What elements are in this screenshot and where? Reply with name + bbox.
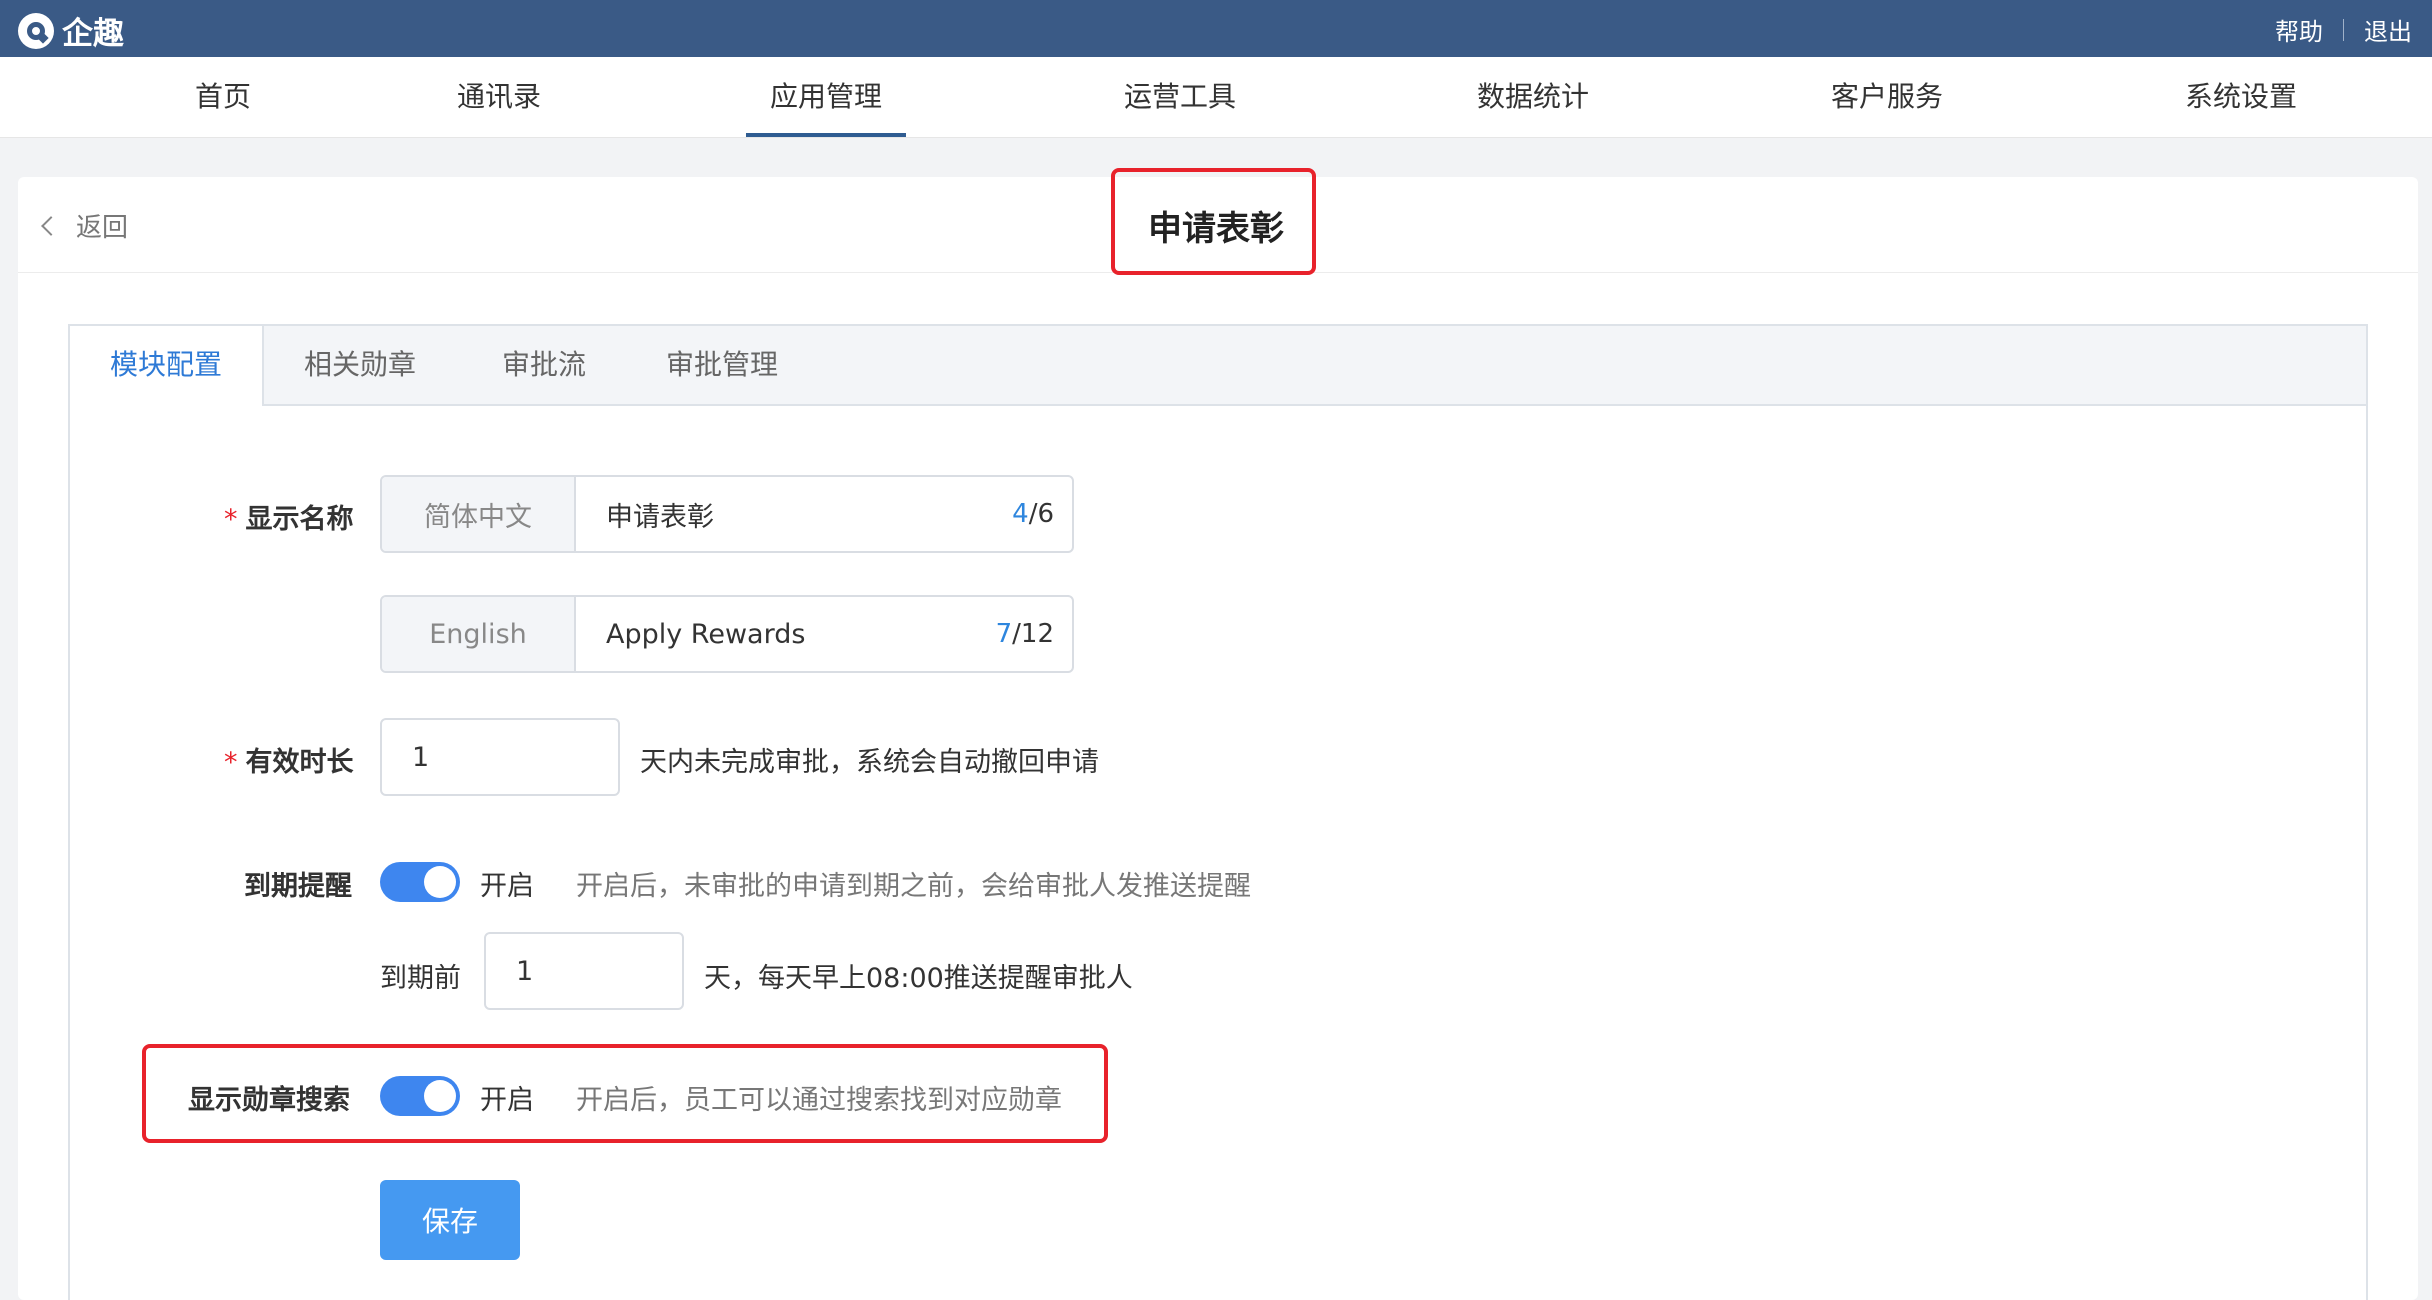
before-expiry-days-value: 1 [516,955,534,987]
display-name-en-field: English Apply Rewards 7/12 [380,595,1074,673]
expiry-reminder-state: 开启 [480,871,534,902]
display-name-label-text: 显示名称 [245,504,354,535]
chevron-left-icon [41,216,61,236]
char-counter: 7/12 [996,619,1054,649]
display-name-zh-value: 申请表彰 [606,501,714,533]
char-max: /6 [1028,499,1054,529]
nav-item-settings[interactable]: 系统设置 [2185,57,2297,137]
char-count: 7 [995,619,1013,649]
lang-tag-en: English [382,597,576,671]
required-mark: * [224,504,238,535]
save-button[interactable]: 保存 [380,1180,520,1260]
display-name-zh-field: 简体中文 申请表彰 4/6 [380,475,1074,553]
nav-item-home[interactable]: 首页 [195,57,251,137]
display-name-en-value: Apply Rewards [606,618,806,650]
top-links: 帮助 退出 [2275,12,2412,47]
display-name-label: * 显示名称 [224,497,354,536]
medal-search-highlight-box [142,1044,1108,1143]
lang-tag-zh: 简体中文 [382,477,576,551]
nav-item-operation-tools[interactable]: 运营工具 [1124,57,1236,137]
char-max: /12 [1012,619,1054,649]
char-counter: 4/6 [1012,499,1054,529]
tab-related-medals[interactable]: 相关勋章 [304,326,416,404]
back-button[interactable]: 返回 [41,207,129,244]
top-bar: 企趣 帮助 退出 [0,0,2432,57]
before-expiry-days-input[interactable]: 1 [484,932,684,1010]
required-mark: * [224,747,238,778]
display-name-zh-input[interactable]: 申请表彰 4/6 [576,477,1072,551]
nav-item-contacts[interactable]: 通讯录 [457,57,541,137]
main-nav: 首页 通讯录 应用管理 运营工具 数据统计 客户服务 系统设置 [0,57,2432,138]
back-label: 返回 [76,213,129,243]
expiry-reminder-toggle[interactable] [380,862,460,902]
tab-approval-management[interactable]: 审批管理 [666,326,778,404]
help-link[interactable]: 帮助 [2275,12,2323,47]
nav-item-customer-service[interactable]: 客户服务 [1831,57,1943,137]
logout-link[interactable]: 退出 [2364,12,2412,47]
nav-item-statistics[interactable]: 数据统计 [1477,57,1589,137]
expiry-reminder-hint: 开启后，未审批的申请到期之前，会给审批人发推送提醒 [576,871,1251,902]
expiry-reminder-label: 到期提醒 [244,871,352,902]
validity-label: * 有效时长 [224,740,354,779]
tab-module-config[interactable]: 模块配置 [70,326,265,406]
app-logo[interactable]: 企趣 [18,8,124,53]
tab-approval-flow[interactable]: 审批流 [502,326,586,404]
validity-suffix: 天内未完成审批，系统会自动撤回申请 [640,747,1099,778]
tab-bar: 模块配置 相关勋章 审批流 审批管理 [70,326,2366,406]
validity-label-text: 有效时长 [245,747,354,778]
validity-days-input[interactable]: 1 [380,718,620,796]
validity-days-value: 1 [412,741,430,773]
logo-icon [18,12,54,49]
display-name-en-input[interactable]: Apply Rewards 7/12 [576,597,1072,671]
tabs-panel: 模块配置 相关勋章 审批流 审批管理 [68,324,2368,1300]
divider [2343,18,2344,41]
nav-item-app-management[interactable]: 应用管理 [745,57,907,137]
char-count: 4 [1012,499,1029,529]
before-expiry-label: 到期前 [380,963,461,994]
before-expiry-suffix: 天，每天早上08:00推送提醒审批人 [704,963,1133,994]
app-name: 企趣 [62,16,124,52]
card-header: 返回 申请表彰 [18,168,2418,275]
title-highlight-box [1111,168,1316,275]
